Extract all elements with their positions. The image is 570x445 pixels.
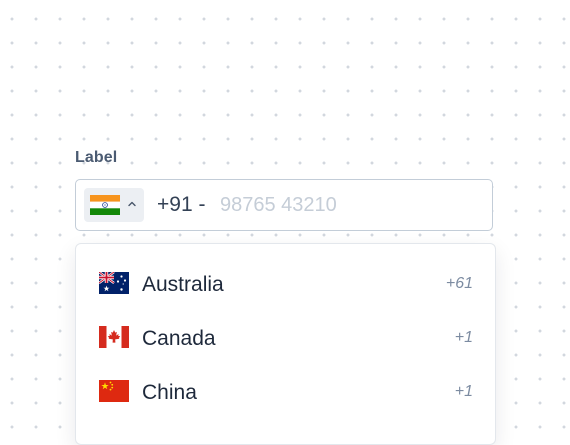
country-option-canada[interactable]: Canada +1	[76, 315, 495, 361]
country-option-australia[interactable]: Australia +61	[76, 261, 495, 307]
field-label: Label	[75, 149, 118, 166]
chevron-up-icon	[127, 199, 137, 209]
australia-flag-icon	[99, 272, 129, 294]
country-select-button[interactable]	[84, 188, 144, 222]
dial-code-prefix: +91 -	[157, 193, 206, 216]
country-option-china[interactable]: China +1	[76, 369, 495, 415]
country-dial-code: +1	[454, 383, 473, 400]
country-name: Canada	[142, 327, 216, 350]
country-dial-code: +61	[445, 275, 473, 292]
phone-number-input[interactable]	[220, 190, 480, 220]
country-dial-code: +1	[454, 329, 473, 346]
india-flag-icon	[90, 195, 120, 215]
country-name: China	[142, 381, 197, 404]
country-dropdown: Australia +61 Canada +1 China +1	[75, 243, 496, 445]
country-name: Australia	[142, 273, 224, 296]
phone-field: +91 -	[75, 179, 493, 231]
canada-flag-icon	[99, 326, 129, 348]
china-flag-icon	[99, 380, 129, 402]
